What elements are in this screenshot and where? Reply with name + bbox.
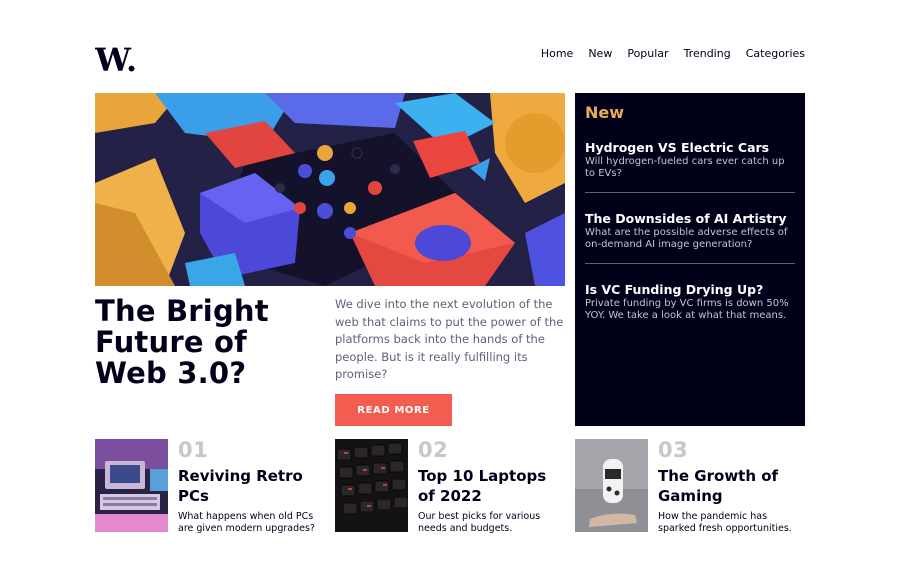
brand-logo[interactable]: W. — [95, 44, 137, 74]
new-item-title[interactable]: Is VC Funding Drying Up? — [585, 282, 795, 297]
new-articles-panel: New Hydrogen VS Electric Cars Will hydro… — [575, 93, 805, 426]
card-description: Our best picks for various needs and bud… — [418, 511, 541, 534]
new-item: Is VC Funding Drying Up? Private funding… — [585, 282, 795, 334]
article-card: 03 The Growth of Gaming How the pandemic… — [575, 439, 805, 535]
new-item: Hydrogen VS Electric Cars Will hydrogen-… — [585, 140, 795, 193]
game-controller-image[interactable] — [575, 439, 648, 532]
card-number: 03 — [658, 438, 689, 462]
card-title[interactable]: Top 10 Laptops of 2022 — [418, 466, 565, 506]
nav-home[interactable]: Home — [541, 47, 573, 61]
card-title[interactable]: The Growth of Gaming — [658, 466, 805, 506]
retro-pc-image[interactable] — [95, 439, 168, 532]
card-number: 02 — [418, 438, 449, 462]
card-description: What happens when old PCs are given mode… — [178, 511, 315, 534]
hero-title: The Bright Future of Web 3.0? — [95, 294, 269, 390]
card-title[interactable]: Reviving Retro PCs — [178, 466, 325, 506]
new-item: The Downsides of AI Artistry What are th… — [585, 211, 795, 264]
new-item-summary: What are the possible adverse effects of… — [585, 227, 788, 250]
card-number: 01 — [178, 438, 209, 462]
read-more-button[interactable]: READ MORE — [335, 394, 452, 426]
new-item-title[interactable]: The Downsides of AI Artistry — [585, 211, 795, 226]
new-item-summary: Private funding by VC firms is down 50% … — [585, 298, 789, 321]
new-panel-title: New — [585, 103, 625, 122]
hero-description: We dive into the next evolution of the w… — [335, 297, 564, 382]
new-item-title[interactable]: Hydrogen VS Electric Cars — [585, 140, 795, 155]
article-card: 01 Reviving Retro PCs What happens when … — [95, 439, 325, 535]
nav-new[interactable]: New — [588, 47, 612, 61]
nav-trending[interactable]: Trending — [684, 47, 731, 61]
nav-popular[interactable]: Popular — [627, 47, 668, 61]
new-item-summary: Will hydrogen-fueled cars ever catch up … — [585, 156, 785, 179]
main-nav: Home New Popular Trending Categories — [541, 47, 805, 61]
article-card: 02 Top 10 Laptops of 2022 Our best picks… — [335, 439, 565, 535]
svg-text:W.: W. — [95, 44, 137, 74]
hero-image — [95, 93, 565, 286]
article-cards: 01 Reviving Retro PCs What happens when … — [95, 439, 805, 535]
card-description: How the pandemic has sparked fresh oppor… — [658, 511, 792, 534]
laptop-keyboard-image[interactable] — [335, 439, 408, 532]
nav-categories[interactable]: Categories — [746, 47, 805, 61]
